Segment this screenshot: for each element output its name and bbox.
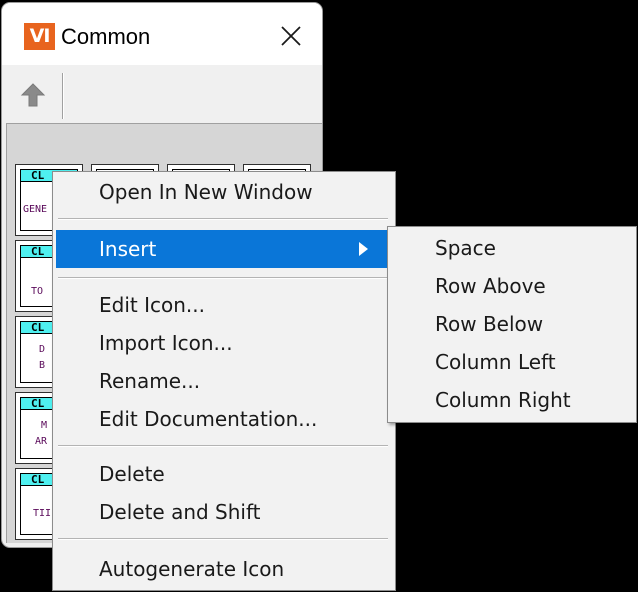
submenu-item-row-below[interactable]: Row Below — [390, 305, 634, 343]
title-bar[interactable]: VI Common — [2, 3, 322, 65]
window-title: Common — [61, 24, 151, 49]
submenu-item-column-right[interactable]: Column Right — [390, 381, 634, 419]
menu-separator — [58, 445, 388, 446]
up-button[interactable] — [16, 78, 50, 112]
palette-toolbar — [2, 65, 322, 123]
context-menu: Open In New Window Insert Edit Icon... I… — [52, 171, 396, 591]
toolbar-separator — [62, 73, 63, 119]
menu-item-autogenerate-icon[interactable]: Autogenerate Icon — [56, 550, 390, 588]
submenu-item-row-above[interactable]: Row Above — [390, 267, 634, 305]
close-button[interactable] — [274, 19, 308, 53]
menu-separator — [58, 218, 388, 219]
menu-item-delete[interactable]: Delete — [56, 455, 390, 493]
menu-separator — [58, 277, 388, 278]
menu-item-open-in-new-window[interactable]: Open In New Window — [56, 173, 390, 211]
vi-logo-icon: VI — [24, 23, 55, 50]
menu-item-edit-icon[interactable]: Edit Icon... — [56, 286, 390, 324]
up-arrow-icon — [20, 83, 46, 107]
submenu-item-space[interactable]: Space — [390, 229, 634, 267]
close-icon — [281, 26, 301, 46]
menu-item-insert-label: Insert — [99, 237, 157, 261]
menu-item-delete-and-shift[interactable]: Delete and Shift — [56, 493, 390, 531]
submenu-item-column-left[interactable]: Column Left — [390, 343, 634, 381]
menu-item-insert[interactable]: Insert — [56, 230, 390, 268]
menu-separator — [58, 538, 388, 539]
chevron-right-icon — [359, 242, 368, 256]
insert-submenu: Space Row Above Row Below Column Left Co… — [387, 226, 637, 423]
menu-item-import-icon[interactable]: Import Icon... — [56, 324, 390, 362]
screen: VI Common CL GENE CL TO CL D B CL M AR C… — [0, 0, 638, 592]
menu-item-rename[interactable]: Rename... — [56, 362, 390, 400]
menu-item-edit-documentation[interactable]: Edit Documentation... — [56, 400, 390, 438]
